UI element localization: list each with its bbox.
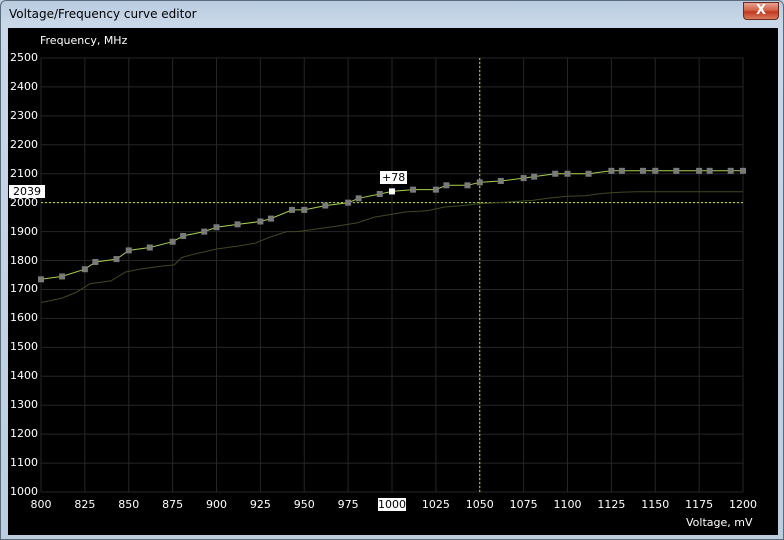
y-tick-label: 1400 — [10, 369, 38, 383]
selected-frequency-label: 2039 — [9, 185, 45, 199]
x-tick-label: 875 — [162, 498, 184, 511]
curve-point[interactable] — [608, 167, 615, 174]
title-bar[interactable]: Voltage/Frequency curve editor X — [1, 1, 783, 27]
curve-point[interactable] — [520, 175, 527, 182]
curve-point[interactable] — [267, 215, 274, 222]
curve-point[interactable] — [234, 221, 241, 228]
x-tick-label: 1200 — [729, 498, 757, 511]
curve-point[interactable] — [618, 167, 625, 174]
curve-point[interactable] — [38, 276, 44, 283]
curve-point[interactable] — [706, 167, 713, 174]
x-tick-label: 1150 — [641, 498, 670, 511]
curve-point[interactable] — [696, 167, 703, 174]
curve-point[interactable] — [673, 167, 680, 174]
curve-point[interactable] — [213, 224, 220, 231]
selected-curve-point[interactable] — [389, 188, 395, 195]
curve-point[interactable] — [301, 206, 308, 213]
curve-point[interactable] — [443, 182, 450, 189]
y-tick-label: 2100 — [10, 166, 38, 180]
x-tick-label: 1025 — [421, 498, 450, 511]
curve-point[interactable] — [476, 179, 483, 186]
curve-chart[interactable] — [8, 28, 778, 535]
x-tick-label: 900 — [206, 498, 227, 511]
curve-point[interactable] — [322, 202, 329, 209]
curve-point[interactable] — [464, 182, 471, 189]
x-tick-label: 825 — [74, 498, 96, 511]
y-tick-label: 1600 — [10, 311, 38, 325]
y-tick-label: 2500 — [10, 51, 38, 64]
curve-point[interactable] — [81, 266, 88, 273]
x-tick-label: 1125 — [597, 498, 626, 511]
window-title: Voltage/Frequency curve editor — [9, 7, 197, 21]
y-tick-label: 1700 — [10, 282, 38, 296]
curve-point[interactable] — [288, 206, 295, 213]
x-tick-label: 975 — [337, 498, 359, 511]
y-tick-label: 2200 — [10, 137, 38, 151]
x-tick-label: 1075 — [509, 498, 538, 511]
curve-point[interactable] — [169, 238, 176, 245]
curve-point[interactable] — [59, 273, 66, 280]
x-tick-label: 800 — [30, 498, 52, 511]
curve-point[interactable] — [531, 173, 538, 180]
y-tick-label: 1100 — [10, 456, 38, 470]
curve-point[interactable] — [355, 195, 362, 202]
frequency-offset-label: +78 — [380, 171, 408, 185]
x-tick-label: 1175 — [685, 498, 714, 511]
x-tick-label: 850 — [118, 498, 140, 511]
y-tick-label: 2300 — [10, 108, 38, 122]
y-tick-label: 1000 — [10, 485, 38, 498]
y-tick-label: 1300 — [10, 398, 38, 412]
chart-area[interactable]: Frequency, MHz Voltage, mV 2500 2400 2300 2… — [8, 28, 778, 535]
y-tick-label: 1900 — [10, 224, 38, 238]
close-button[interactable]: X — [743, 2, 779, 20]
curve-editor-window: Voltage/Frequency curve editor X Frequen… — [0, 0, 784, 540]
x-tick-label: 1100 — [553, 498, 582, 511]
curve-point[interactable] — [410, 186, 417, 193]
y-tick-label: 1200 — [10, 427, 38, 441]
y-tick-label: 1800 — [10, 253, 38, 267]
curve-point[interactable] — [497, 177, 504, 184]
y-tick-label: 1500 — [10, 340, 38, 354]
curve-point[interactable] — [201, 228, 208, 235]
y-tick-label: 2400 — [10, 79, 38, 93]
curve-point[interactable] — [564, 170, 571, 177]
curve-point[interactable] — [146, 244, 153, 251]
x-tick-label: 950 — [293, 498, 315, 511]
curve-point[interactable] — [432, 186, 439, 193]
curve-point[interactable] — [92, 258, 99, 265]
curve-point[interactable] — [652, 167, 659, 174]
curve-point[interactable] — [113, 256, 120, 263]
curve-point[interactable] — [257, 218, 264, 225]
curve-point[interactable] — [727, 167, 734, 174]
x-tick-label: 1050 — [465, 498, 494, 511]
curve-point[interactable] — [740, 167, 746, 174]
curve-point[interactable] — [125, 247, 132, 254]
curve-point[interactable] — [585, 170, 592, 177]
curve-point[interactable] — [376, 190, 383, 197]
curve-point[interactable] — [180, 232, 187, 239]
curve-point[interactable] — [639, 167, 646, 174]
selected-voltage-label: 1000 — [378, 498, 406, 511]
x-tick-label: 925 — [249, 498, 271, 511]
curve-point[interactable] — [345, 199, 352, 206]
curve-point[interactable] — [552, 170, 559, 177]
